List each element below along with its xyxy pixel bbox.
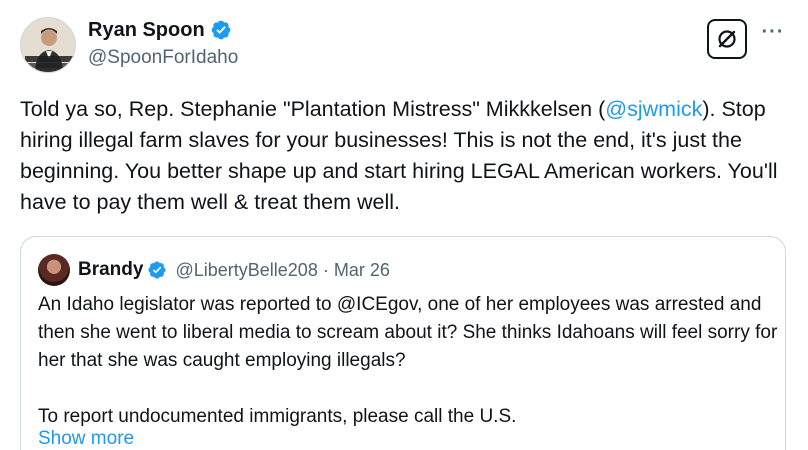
author-info: Ryan Spoon @SpoonForIdaho <box>88 18 238 69</box>
quote-date[interactable]: Mar 26 <box>334 260 390 281</box>
quote-text: An Idaho legislator was reported to @ICE… <box>38 291 778 431</box>
tweet: Ryan Spoon @SpoonForIdaho ··· Told ya so… <box>0 0 808 450</box>
quote-author-handle[interactable]: @LibertyBelle208 <box>175 260 317 281</box>
author-handle[interactable]: @SpoonForIdaho <box>88 47 238 69</box>
author-avatar-image <box>21 18 75 72</box>
tweet-text-start: Told ya so, Rep. Stephanie "Plantation M… <box>20 97 606 121</box>
verified-badge-icon[interactable] <box>147 260 167 280</box>
mention-link[interactable]: @sjwmick <box>605 97 702 121</box>
quoted-tweet[interactable]: Brandy @LibertyBelle208 · Mar 26 An Idah… <box>20 236 786 450</box>
verified-badge-icon[interactable] <box>210 19 232 41</box>
author-avatar[interactable] <box>20 17 76 73</box>
quote-paragraph: An Idaho legislator was reported to @ICE… <box>38 294 778 371</box>
quote-header: Brandy @LibertyBelle208 · Mar 26 <box>78 258 390 282</box>
quote-author-avatar[interactable] <box>38 254 70 286</box>
author-name[interactable]: Ryan Spoon <box>88 19 205 42</box>
grok-button[interactable] <box>707 19 747 59</box>
more-options-icon[interactable]: ··· <box>760 19 786 45</box>
separator-dot: · <box>322 259 329 280</box>
tweet-text: Told ya so, Rep. Stephanie "Plantation M… <box>20 94 795 218</box>
show-more-link[interactable]: Show more <box>38 428 134 450</box>
grok-icon <box>718 30 736 48</box>
quote-paragraph: To report undocumented immigrants, pleas… <box>38 406 517 427</box>
quote-author-name[interactable]: Brandy <box>78 259 143 281</box>
